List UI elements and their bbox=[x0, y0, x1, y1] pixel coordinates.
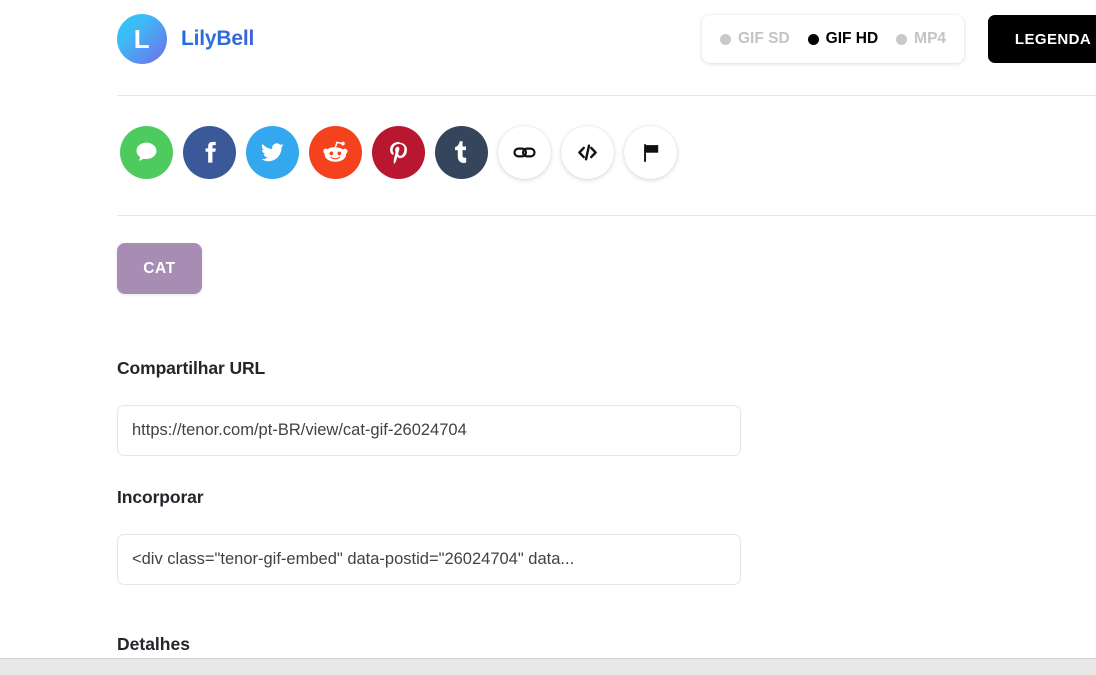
share-twitter-button[interactable] bbox=[246, 126, 299, 179]
username-label[interactable]: LilyBell bbox=[181, 27, 254, 51]
facebook-icon bbox=[196, 139, 223, 166]
pinterest-icon bbox=[385, 139, 413, 167]
tag-row: CAT bbox=[117, 243, 202, 294]
share-reddit-button[interactable] bbox=[309, 126, 362, 179]
divider-top bbox=[117, 95, 1096, 96]
embed-label: Incorporar bbox=[117, 487, 204, 507]
header-row: L LilyBell GIF SD GIF HD MP4 LEGENDA bbox=[0, 0, 1096, 95]
report-flag-button[interactable] bbox=[624, 126, 677, 179]
uploader-user-block[interactable]: L LilyBell bbox=[117, 14, 254, 64]
share-url-input[interactable] bbox=[117, 405, 741, 456]
share-pinterest-button[interactable] bbox=[372, 126, 425, 179]
embed-code-input[interactable] bbox=[117, 534, 741, 585]
link-icon bbox=[512, 140, 537, 165]
avatar-letter: L bbox=[133, 24, 151, 54]
share-url-label: Compartilhar URL bbox=[117, 358, 266, 378]
radio-dot-icon bbox=[896, 33, 908, 45]
format-option-label: MP4 bbox=[914, 30, 947, 47]
share-button-row bbox=[120, 126, 677, 179]
format-option-gif-hd[interactable]: GIF HD bbox=[807, 30, 879, 48]
details-heading: Detalhes bbox=[117, 634, 190, 654]
share-tumblr-button[interactable] bbox=[435, 126, 488, 179]
tenor-gif-share-panel: L LilyBell GIF SD GIF HD MP4 LEGENDA CAT… bbox=[0, 0, 1096, 675]
embed-code-icon bbox=[575, 140, 600, 165]
message-bubble-icon bbox=[133, 139, 160, 166]
format-option-label: GIF SD bbox=[737, 30, 790, 47]
copy-link-button[interactable] bbox=[498, 126, 551, 179]
twitter-icon bbox=[259, 139, 286, 166]
radio-dot-icon bbox=[719, 33, 731, 45]
avatar[interactable]: L bbox=[117, 14, 167, 64]
tag-chip-cat[interactable]: CAT bbox=[117, 243, 202, 294]
radio-dot-selected-icon bbox=[807, 33, 819, 45]
share-facebook-button[interactable] bbox=[183, 126, 236, 179]
horizontal-scrollbar-track[interactable] bbox=[0, 658, 1096, 675]
flag-icon bbox=[639, 141, 663, 165]
format-option-gif-sd[interactable]: GIF SD bbox=[719, 30, 790, 48]
share-message-button[interactable] bbox=[120, 126, 173, 179]
embed-code-button[interactable] bbox=[561, 126, 614, 179]
tumblr-icon bbox=[448, 139, 475, 166]
divider-bottom bbox=[117, 215, 1096, 216]
legend-button[interactable]: LEGENDA bbox=[988, 15, 1096, 63]
reddit-icon bbox=[321, 138, 350, 167]
format-selector[interactable]: GIF SD GIF HD MP4 bbox=[702, 15, 964, 63]
format-option-mp4[interactable]: MP4 bbox=[896, 30, 946, 48]
format-option-label: GIF HD bbox=[825, 30, 879, 47]
